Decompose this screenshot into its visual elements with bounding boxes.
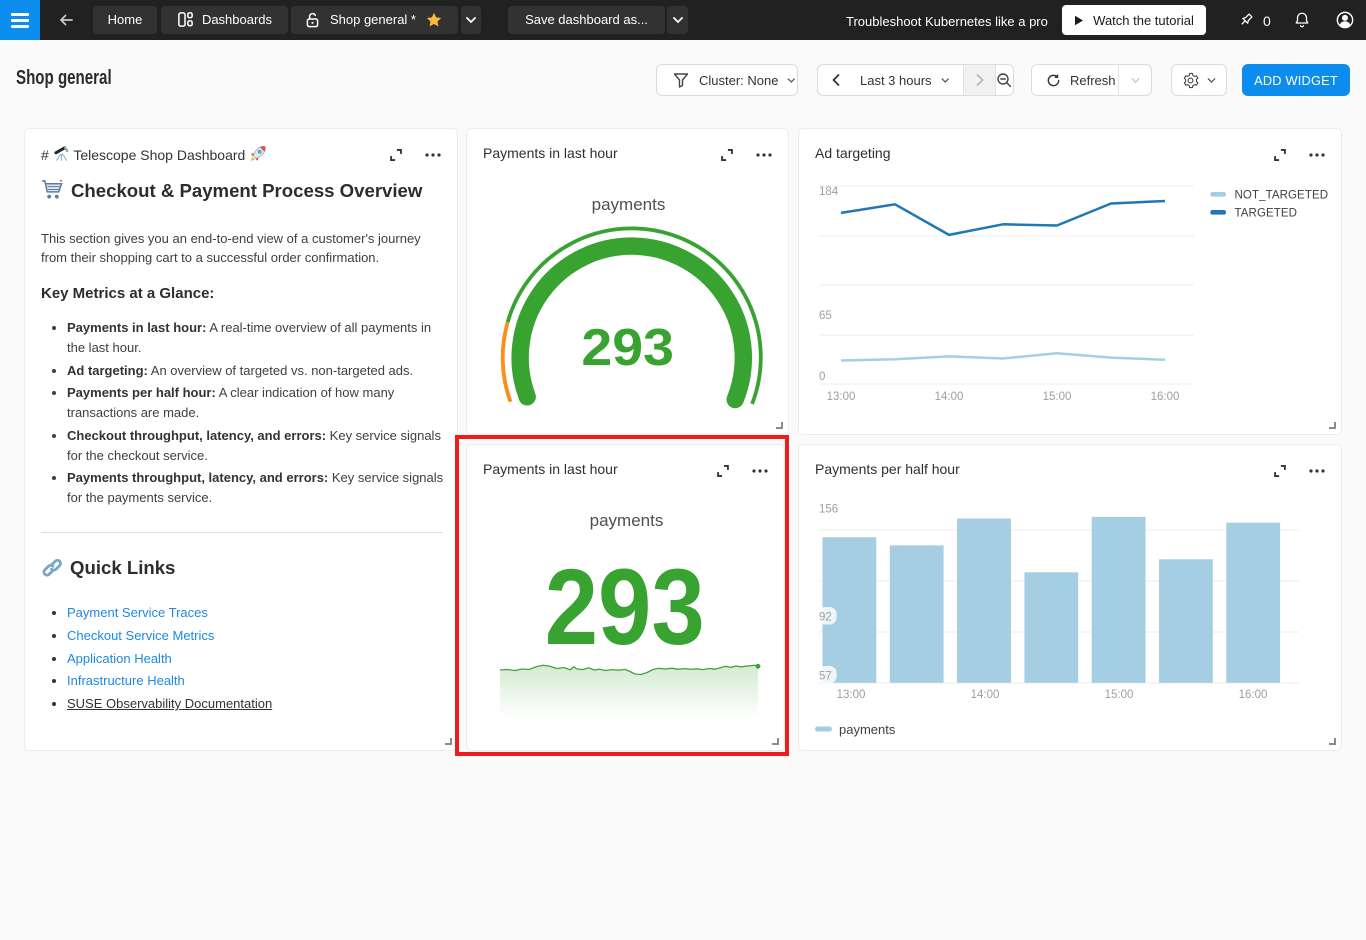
svg-text:293: 293	[581, 318, 674, 376]
svg-text:14:00: 14:00	[971, 689, 1000, 701]
svg-text:57: 57	[819, 671, 832, 683]
svg-text:NOT_TARGETED: NOT_TARGETED	[1235, 190, 1329, 202]
svg-text:16:00: 16:00	[1151, 391, 1180, 403]
svg-text:65: 65	[819, 310, 832, 322]
svg-text:156: 156	[819, 504, 838, 516]
svg-text:92: 92	[819, 612, 832, 624]
svg-text:13:00: 13:00	[837, 689, 866, 701]
svg-text:payments: payments	[839, 722, 896, 737]
svg-text:184: 184	[819, 186, 839, 198]
svg-text:0: 0	[819, 371, 825, 383]
svg-text:14:00: 14:00	[935, 391, 964, 403]
svg-text:TARGETED: TARGETED	[1235, 207, 1298, 219]
svg-text:13:00: 13:00	[827, 391, 856, 403]
svg-text:16:00: 16:00	[1239, 689, 1268, 701]
svg-text:15:00: 15:00	[1105, 689, 1134, 701]
svg-text:15:00: 15:00	[1043, 391, 1072, 403]
